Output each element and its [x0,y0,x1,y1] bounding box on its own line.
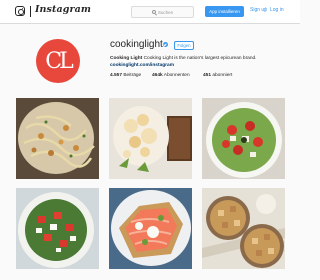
stat-following[interactable]: 451 abonniert [203,73,232,78]
top-bar: Instagram Suchen App installieren Sign u… [0,0,300,24]
avatar-logo-text: CL [45,48,74,74]
search-input[interactable]: Suchen [131,6,194,18]
post-tile-granola-bowls[interactable] [202,188,285,269]
post-tile-tomato-salad[interactable] [202,98,285,179]
profile-username: cookinglight [110,39,163,50]
post-tile-pasta[interactable] [16,98,99,179]
avatar[interactable]: CL [36,39,80,83]
post-image [16,98,99,179]
post-tile-feta-salad[interactable] [16,188,99,269]
verified-badge-icon [163,42,168,47]
search-icon [151,10,156,14]
post-tile-salmon-toast[interactable] [109,188,192,269]
profile-website-link[interactable]: cookinglight.com/instagram [110,63,174,68]
search-placeholder: Suchen [157,9,174,15]
post-image [202,188,285,269]
instagram-camera-icon[interactable] [15,6,25,16]
post-image [202,98,285,179]
install-app-button[interactable]: App installieren [205,6,244,17]
post-image [109,98,192,179]
post-image [109,188,192,269]
follow-button[interactable]: Folgen [174,41,194,50]
instagram-wordmark[interactable]: Instagram [35,4,91,15]
link-separator: | [265,7,267,13]
profile-bio: Cooking Light Cooking Light is the natio… [110,56,257,61]
bio-text: Cooking Light is the nation's largest ep… [142,56,257,61]
stat-followers[interactable]: 464k Abonnenten [152,73,190,78]
header-divider [30,6,31,17]
post-image [16,188,99,269]
stat-posts: 4.557 Beiträge [110,73,142,78]
post-tile-cauliflower[interactable] [109,98,192,179]
log-in-link[interactable]: Log in [270,7,284,13]
bio-name: Cooking Light [110,56,143,61]
